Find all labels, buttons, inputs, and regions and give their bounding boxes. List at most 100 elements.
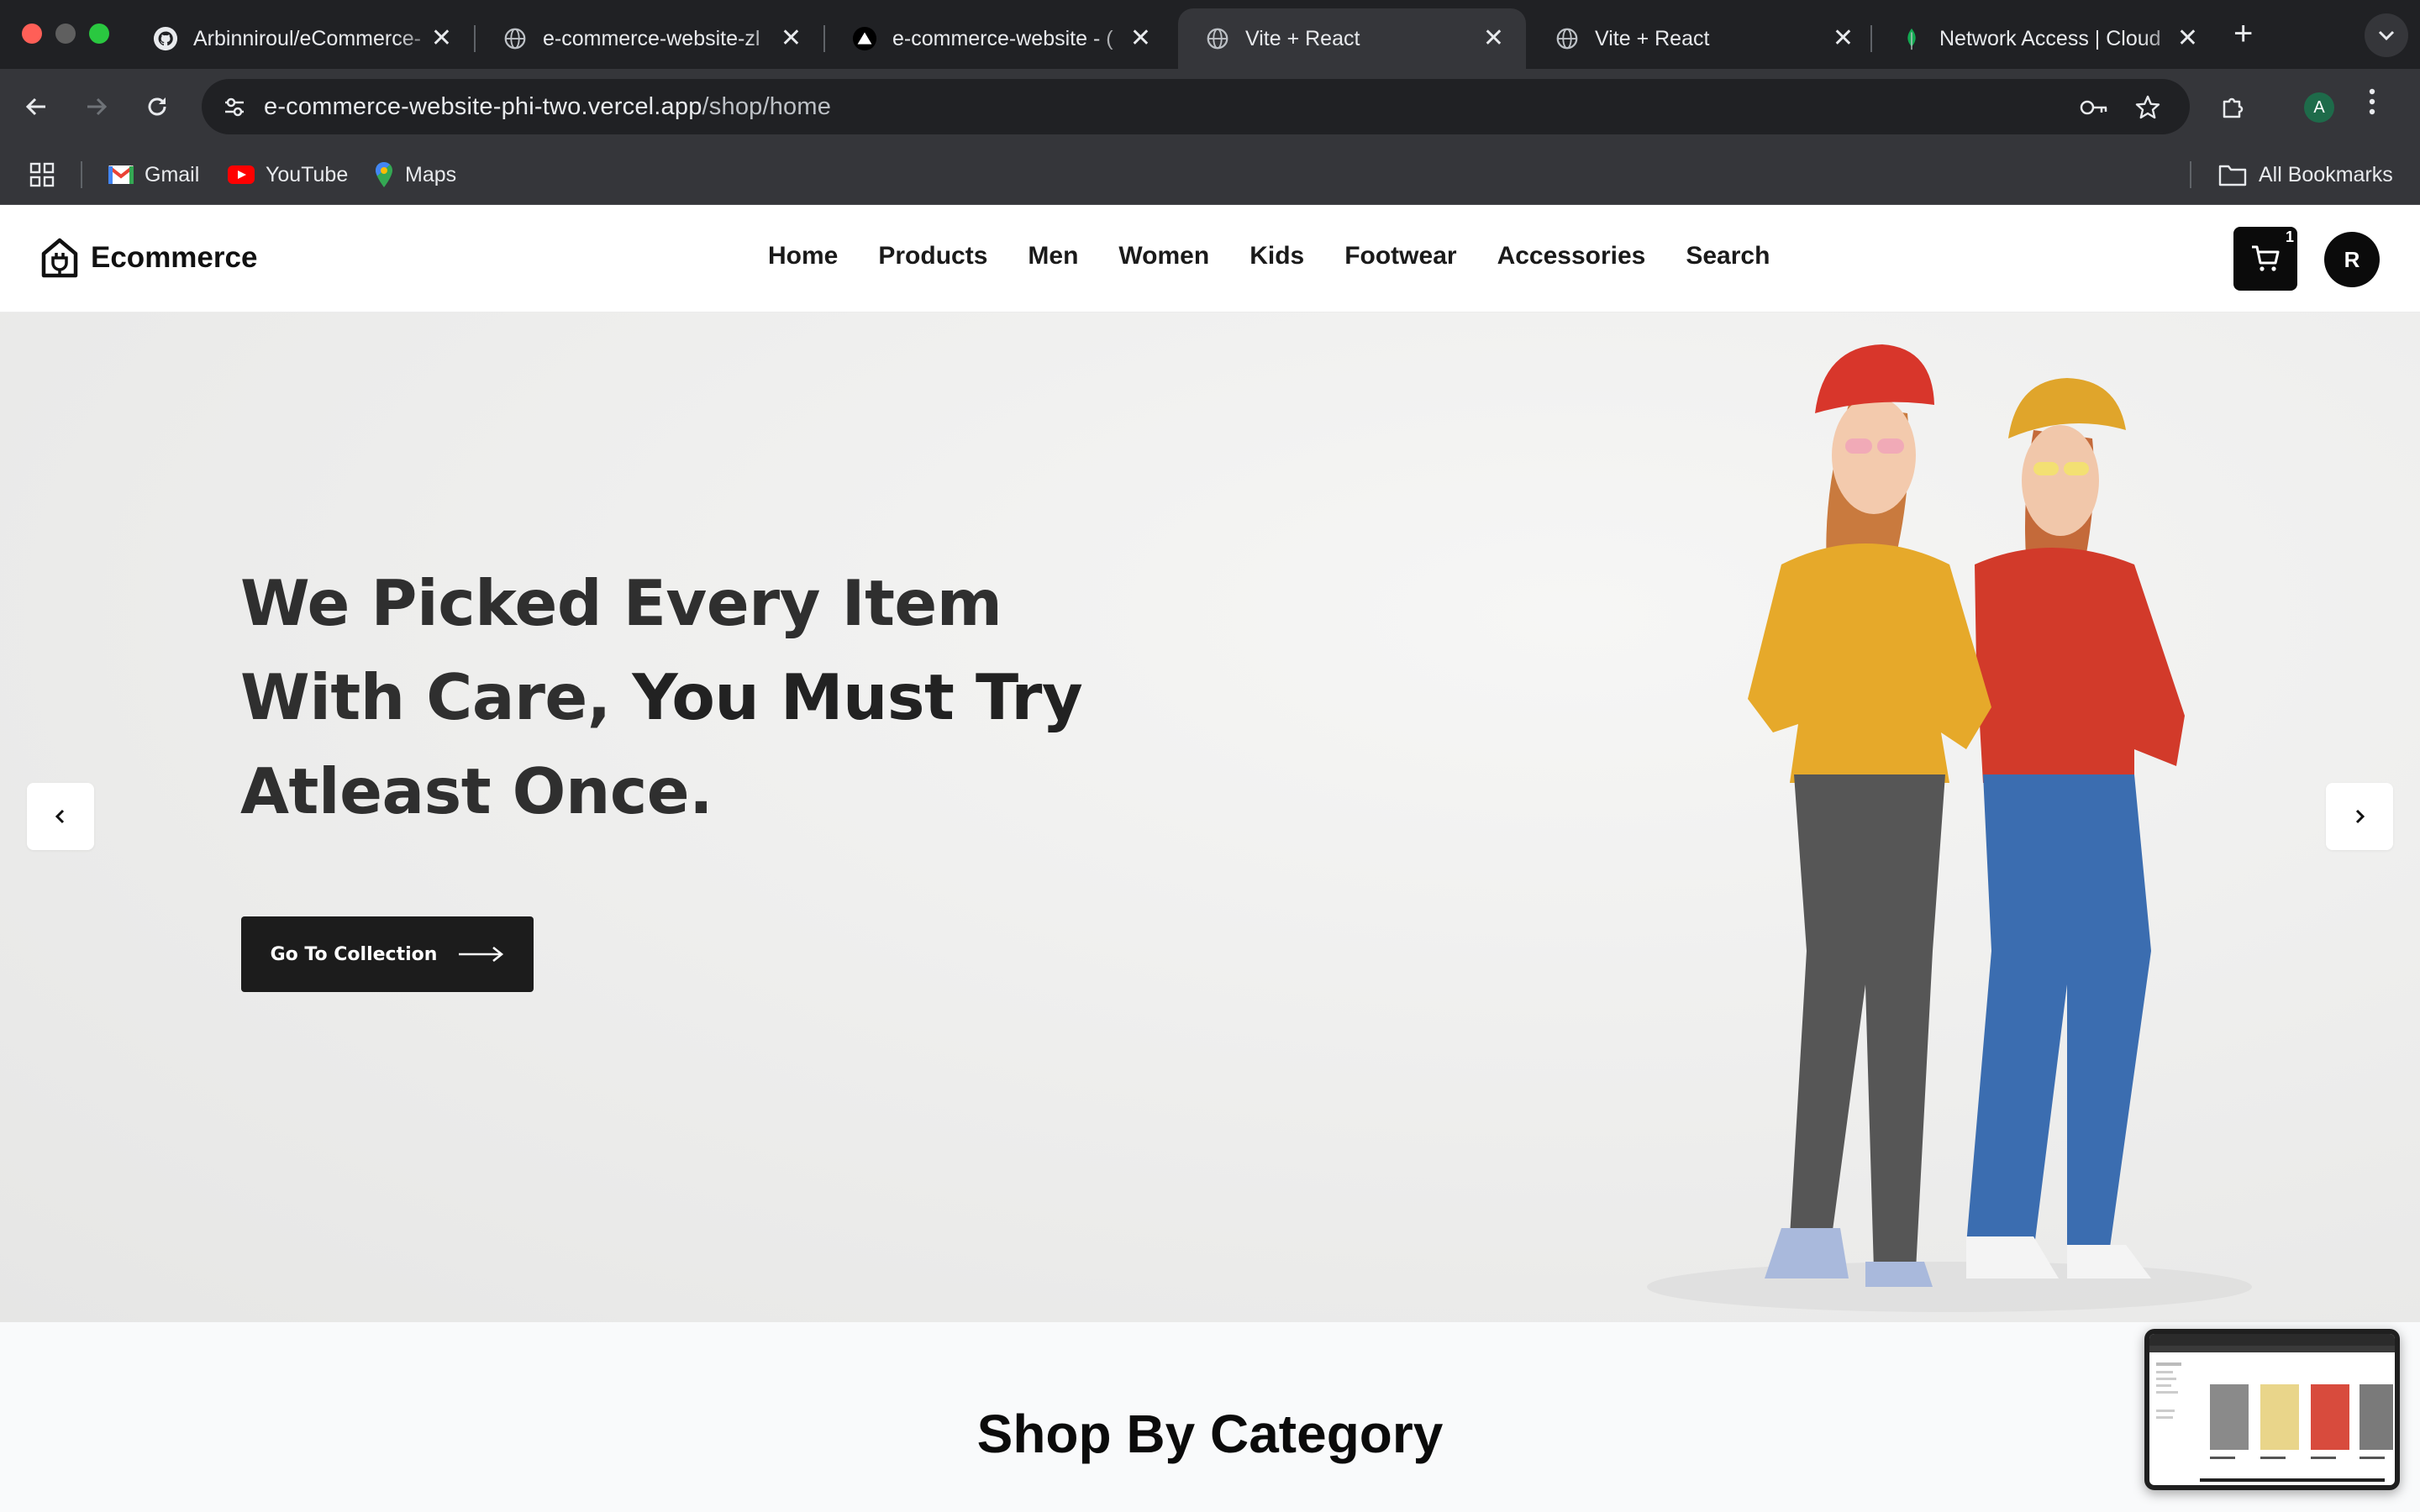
new-tab-button[interactable]: + xyxy=(2233,13,2253,54)
forward-button[interactable] xyxy=(77,87,116,126)
vercel-icon xyxy=(852,26,877,51)
key-icon xyxy=(2080,100,2107,115)
bookmark-divider xyxy=(81,161,82,188)
cart-count-badge: 1 xyxy=(2285,228,2294,245)
chrome-menu-button[interactable] xyxy=(2368,87,2376,126)
url-path: /shop/home xyxy=(702,93,832,120)
more-vertical-icon xyxy=(2369,88,2375,115)
globe-icon xyxy=(1556,28,1578,50)
hero-models-image xyxy=(1647,344,2252,1312)
nav-footwear[interactable]: Footwear xyxy=(1344,242,1456,270)
house-plug-icon xyxy=(41,238,78,278)
tab-title: e-commerce-website - ( xyxy=(892,26,1113,50)
hero-banner: We Picked Every Item With Care, You Must… xyxy=(0,312,2420,1322)
reload-button[interactable] xyxy=(138,87,176,126)
browser-tab[interactable]: e-commerce-website-zl ✕ xyxy=(476,8,823,69)
cta-label: Go To Collection xyxy=(270,943,438,965)
window-fullscreen-button[interactable] xyxy=(89,24,109,44)
model-right-figure xyxy=(1966,378,2185,1278)
maps-pin-icon xyxy=(376,162,392,187)
all-bookmarks-label: All Bookmarks xyxy=(2259,162,2393,186)
nav-accessories[interactable]: Accessories xyxy=(1497,242,1646,270)
mongodb-leaf-icon xyxy=(1907,28,1916,50)
window-minimize-button[interactable] xyxy=(55,24,76,44)
tab-close-icon[interactable]: ✕ xyxy=(1833,26,1854,51)
go-to-collection-button[interactable]: Go To Collection xyxy=(241,916,534,992)
bookmark-star-button[interactable] xyxy=(2133,92,2163,123)
arrow-left-icon xyxy=(25,97,45,116)
tab-close-icon[interactable]: ✕ xyxy=(431,26,452,51)
nav-kids[interactable]: Kids xyxy=(1249,242,1304,270)
site-info-button[interactable] xyxy=(217,89,252,124)
tab-close-icon[interactable]: ✕ xyxy=(1130,26,1151,51)
globe-icon xyxy=(504,28,526,50)
all-bookmarks-button[interactable]: All Bookmarks xyxy=(2218,160,2393,190)
tab-close-icon[interactable]: ✕ xyxy=(2177,26,2198,51)
gmail-icon xyxy=(108,165,134,184)
apps-grid-icon xyxy=(29,162,55,187)
tab-title: Vite + React xyxy=(1245,26,1360,50)
profile-avatar[interactable]: A xyxy=(2304,92,2334,123)
bookmark-divider xyxy=(2190,161,2191,188)
bookmark-youtube[interactable]: YouTube xyxy=(227,160,348,190)
nav-women[interactable]: Women xyxy=(1118,242,1209,270)
nav-search[interactable]: Search xyxy=(1686,242,1770,270)
tab-close-icon[interactable]: ✕ xyxy=(1483,26,1504,51)
carousel-prev-button[interactable] xyxy=(27,783,94,850)
shopping-cart-icon xyxy=(2252,245,2280,271)
bookmark-gmail[interactable]: Gmail xyxy=(108,160,199,190)
browser-tab[interactable]: Arbinniroul/eCommerce- ✕ xyxy=(126,8,474,69)
screenshot-thumbnail-preview[interactable] xyxy=(2144,1329,2400,1490)
url-text: e-commerce-website-phi-two.vercel.app/sh… xyxy=(264,93,831,121)
chevron-down-icon xyxy=(2378,30,2395,41)
browser-tab[interactable]: Network Access | Cloud ✕ xyxy=(1872,8,2220,69)
category-section-title: Shop By Category xyxy=(976,1404,1444,1464)
model-left-figure xyxy=(1748,344,1991,1287)
hero-line-3: Atleast Once. xyxy=(240,754,713,828)
site-header: Ecommerce Home Products Men Women Kids F… xyxy=(0,205,2420,312)
chevron-right-icon xyxy=(2355,809,2365,824)
bookmarks-bar: Gmail YouTube Maps All Bookmarks xyxy=(0,144,2420,205)
tab-close-icon[interactable]: ✕ xyxy=(781,26,802,51)
chevron-left-icon xyxy=(55,809,65,824)
tab-title: e-commerce-website-zl xyxy=(543,26,760,50)
back-button[interactable] xyxy=(17,87,55,126)
window-close-button[interactable] xyxy=(22,24,42,44)
globe-icon xyxy=(1207,28,1228,50)
star-icon xyxy=(2135,95,2160,119)
github-icon xyxy=(153,26,178,51)
carousel-next-button[interactable] xyxy=(2326,783,2393,850)
nav-products[interactable]: Products xyxy=(878,242,987,270)
apps-button[interactable] xyxy=(29,160,55,190)
hero-line-1: We Picked Every Item xyxy=(240,566,1002,640)
floor-shadow xyxy=(1647,1262,2252,1312)
bookmark-maps[interactable]: Maps xyxy=(373,160,456,190)
thumbnail-content xyxy=(2149,1334,2395,1485)
tab-title: Arbinniroul/eCommerce- xyxy=(193,26,421,50)
password-key-button[interactable] xyxy=(2079,92,2109,123)
browser-tab[interactable]: Vite + React ✕ xyxy=(1528,8,1876,69)
brand-name: Ecommerce xyxy=(91,241,258,274)
puzzle-icon xyxy=(2223,97,2244,118)
nav-home[interactable]: Home xyxy=(768,242,838,270)
address-bar[interactable]: e-commerce-website-phi-two.vercel.app/sh… xyxy=(202,79,2190,134)
browser-tab-strip: Arbinniroul/eCommerce- ✕ e-commerce-webs… xyxy=(0,0,2420,69)
bookmark-label: Gmail xyxy=(145,162,200,186)
thumbnail-image xyxy=(2149,1334,2395,1482)
user-avatar[interactable]: R xyxy=(2324,232,2380,287)
browser-tab-active[interactable]: Vite + React ✕ xyxy=(1178,8,1526,69)
cart-button[interactable]: 1 xyxy=(2233,227,2297,291)
browser-tab[interactable]: e-commerce-website - ( ✕ xyxy=(825,8,1173,69)
youtube-icon xyxy=(228,165,255,184)
tab-title: Network Access | Cloud xyxy=(1939,26,2161,50)
tab-search-button[interactable] xyxy=(2365,13,2408,57)
browser-toolbar: e-commerce-website-phi-two.vercel.app/sh… xyxy=(0,69,2420,144)
extensions-button[interactable] xyxy=(2213,87,2252,126)
bookmark-label: YouTube xyxy=(266,162,349,186)
bookmark-label: Maps xyxy=(405,162,457,186)
tune-icon xyxy=(225,97,244,117)
hero-line-2-regular: With Care, xyxy=(240,660,633,734)
brand-logo-link[interactable]: Ecommerce xyxy=(40,237,257,279)
nav-men[interactable]: Men xyxy=(1028,242,1078,270)
category-section: Shop By Category xyxy=(0,1322,2420,1512)
